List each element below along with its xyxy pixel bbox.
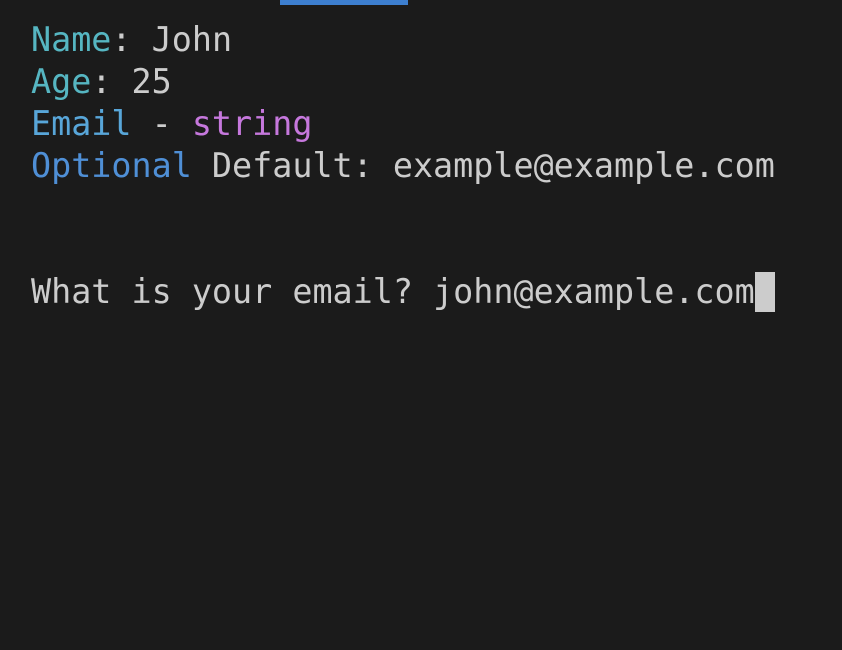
name-value: John xyxy=(151,20,233,59)
age-label: Age xyxy=(31,62,92,101)
name-label: Name xyxy=(31,20,112,59)
age-line: Age: 25 xyxy=(31,61,172,103)
prompt-line[interactable]: What is your email? john@example.com xyxy=(31,271,775,313)
terminal-window[interactable]: Name: John Age: 25 Email - string Option… xyxy=(0,0,842,650)
optional-line: Optional Default: example@example.com xyxy=(31,145,775,187)
name-separator: : xyxy=(111,20,152,59)
age-value: 25 xyxy=(131,62,172,101)
name-line: Name: John xyxy=(31,19,232,61)
age-separator: : xyxy=(91,62,132,101)
email-line: Email - string xyxy=(31,103,312,145)
email-label: Email xyxy=(31,104,132,143)
default-text: Default: example@example.com xyxy=(191,146,775,185)
prompt-question: What is your email? xyxy=(31,272,434,311)
optional-label: Optional xyxy=(31,146,192,185)
prompt-input[interactable]: john@example.com xyxy=(433,272,755,311)
email-separator: - xyxy=(131,104,192,143)
email-type: string xyxy=(191,104,313,143)
text-cursor xyxy=(754,272,775,312)
active-tab-indicator xyxy=(280,0,408,5)
